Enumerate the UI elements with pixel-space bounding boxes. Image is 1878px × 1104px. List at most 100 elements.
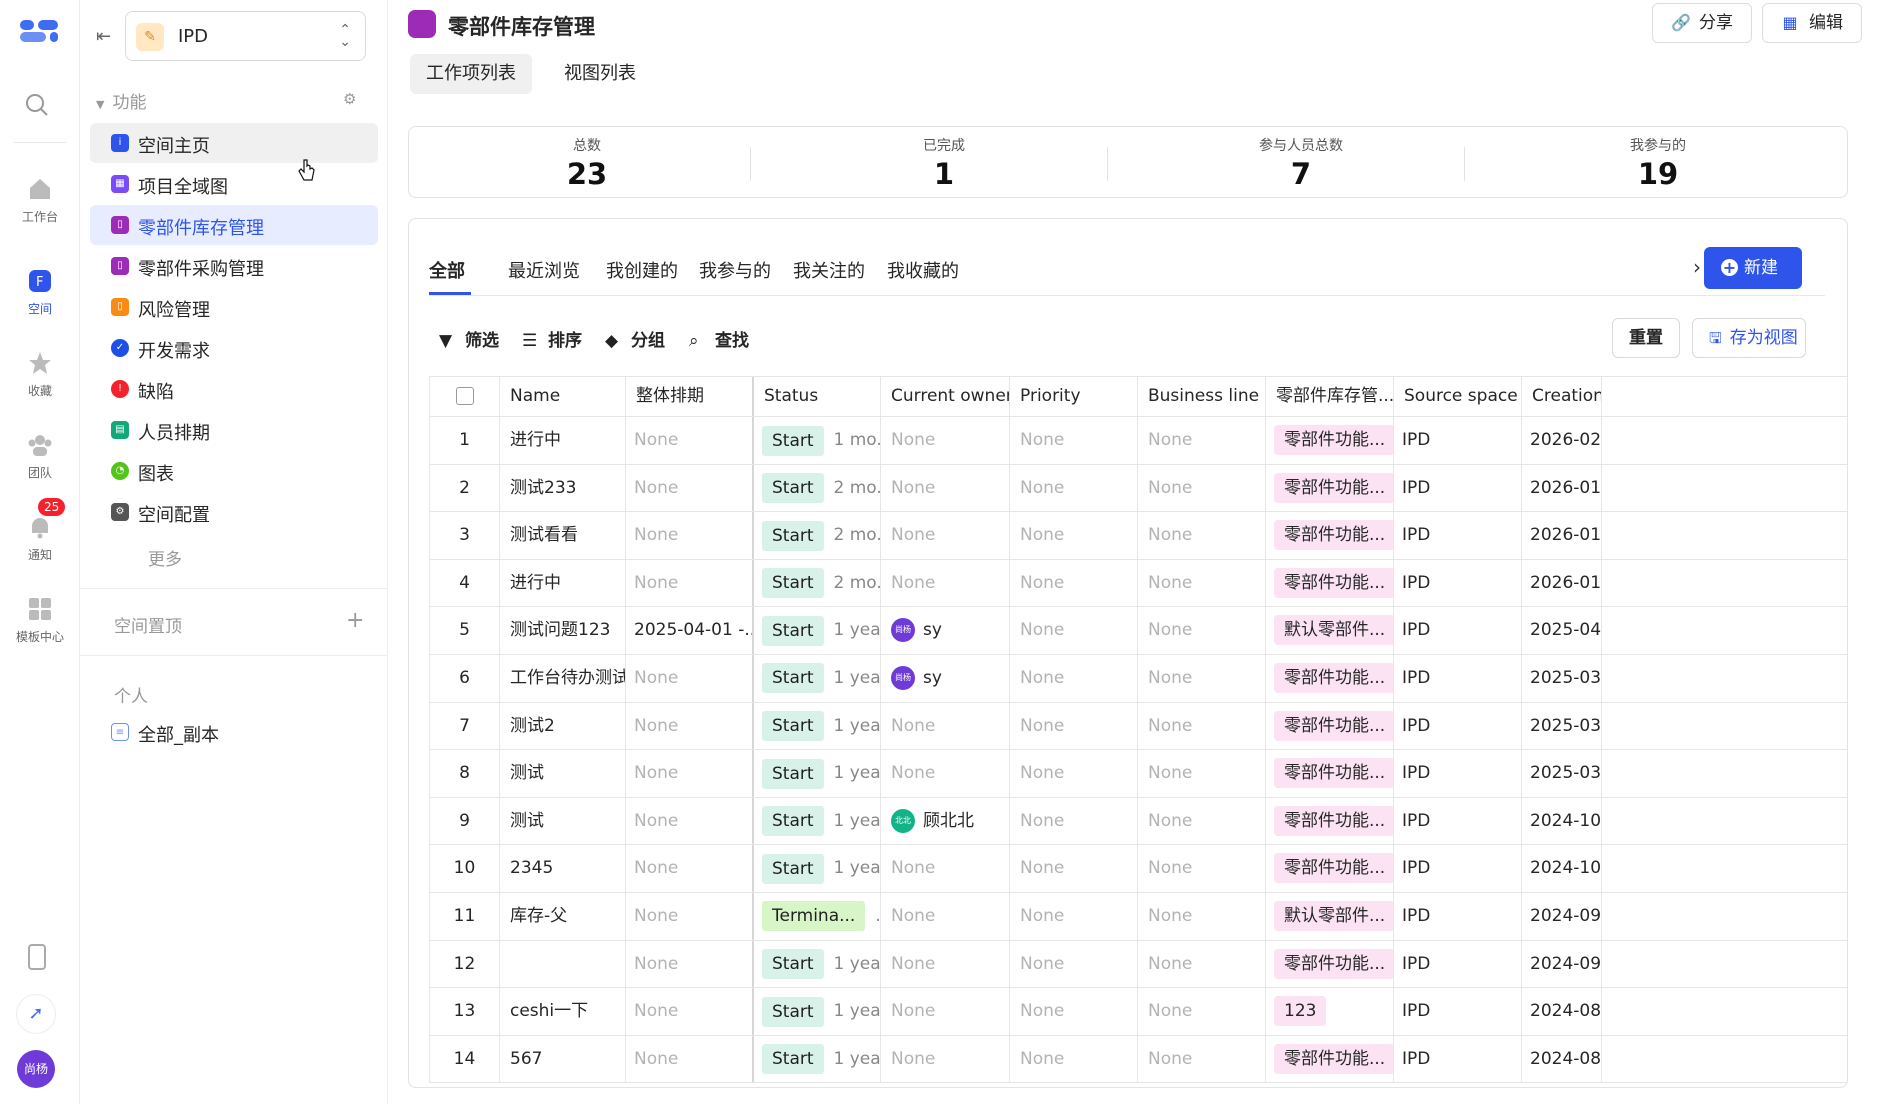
status-cell[interactable]: Start 1 year [754,988,881,1035]
status-cell[interactable]: Start 1 year [754,845,881,892]
table-row[interactable]: 11库存-父NoneTermina......NoneNoneNone默认零部件… [430,892,1847,941]
settings-sliders-icon[interactable]: ⚙ [343,90,356,108]
table-row[interactable]: 1进行中NoneStart1 mo...NoneNoneNone零部件功能...… [430,417,1847,465]
status-cell[interactable]: Start 2 mo... [754,512,881,559]
inventory-tag[interactable]: 123 [1274,996,1327,1027]
owner-cell[interactable]: None [881,702,1010,750]
filter-tab-following[interactable]: 我关注的 [793,257,865,283]
business-line-cell[interactable]: None [1138,417,1266,464]
sidebar-item-project-map[interactable]: ▦ 项目全域图 [90,164,378,204]
inventory-cell[interactable]: 零部件功能... [1266,464,1394,512]
schedule-cell[interactable]: None [626,512,754,559]
status-cell[interactable]: Start 1 year [754,797,881,845]
inventory-tag[interactable]: 零部件功能... [1274,425,1393,455]
priority-cell[interactable]: None [1010,1035,1138,1083]
status-cell[interactable]: Start 2 mo... [754,464,881,512]
status-pill[interactable]: Start [762,806,824,837]
owner-cell[interactable]: None [881,845,1010,892]
inventory-cell[interactable]: 零部件功能... [1266,1035,1394,1083]
rail-item-notifications[interactable]: 通知 [0,514,80,563]
app-logo[interactable] [20,18,60,44]
inventory-cell[interactable]: 123 [1266,988,1394,1035]
item-name[interactable]: 567 [500,1035,626,1083]
business-line-cell[interactable]: None [1138,464,1266,512]
inventory-tag[interactable]: 零部件功能... [1274,948,1393,979]
inventory-tag[interactable]: 默认零部件... [1274,615,1393,646]
item-name[interactable]: 测试问题123 [500,607,626,654]
column-header-status[interactable]: Status [754,377,881,416]
business-line-cell[interactable]: None [1138,892,1266,940]
item-name[interactable]: 库存-父 [500,892,626,940]
inventory-tag[interactable]: 零部件功能... [1274,662,1393,693]
owner-cell[interactable]: None [881,750,1010,797]
status-cell[interactable]: Start 1 year [754,702,881,750]
edit-button[interactable]: ▦ 编辑 [1762,3,1862,43]
sidebar-item-dev-requirements[interactable]: ✓ 开发需求 [90,328,378,368]
rail-item-favorites[interactable]: 收藏 [0,350,80,399]
filter-tab-participated[interactable]: 我参与的 [699,257,771,283]
rail-item-team[interactable]: 团队 [0,432,80,481]
schedule-cell[interactable]: None [626,702,754,750]
owner-cell[interactable]: None [881,464,1010,512]
business-line-cell[interactable]: None [1138,940,1266,988]
column-header-schedule[interactable]: 整体排期 [626,377,754,416]
column-header-inventory[interactable]: 零部件库存管... [1266,377,1394,416]
inventory-tag[interactable]: 零部件功能... [1274,567,1393,598]
status-pill[interactable]: Termina... [762,901,866,932]
priority-cell[interactable]: None [1010,654,1138,702]
status-cell[interactable]: Start 1 year [754,1035,881,1083]
status-pill[interactable]: Start [762,758,824,789]
column-header-creation[interactable]: Creation [1522,377,1602,416]
priority-cell[interactable]: None [1010,512,1138,559]
status-pill[interactable]: Start [762,473,824,504]
business-line-cell[interactable]: None [1138,512,1266,559]
status-pill[interactable]: Start [762,853,824,884]
inventory-cell[interactable]: 零部件功能... [1266,845,1394,892]
sidebar-item-space-home[interactable]: i 空间主页 [90,123,378,163]
plus-icon[interactable]: + [346,608,364,633]
sidebar-item-space-config[interactable]: ⚙ 空间配置 [90,492,378,532]
inventory-tag[interactable]: 零部件功能... [1274,710,1393,741]
sort-button[interactable]: ☰ 排序 [522,326,582,351]
new-item-button[interactable]: + 新建 [1704,247,1802,289]
select-all-checkbox[interactable] [455,387,474,405]
sidebar-item-charts[interactable]: ◔ 图表 [90,451,378,491]
business-line-cell[interactable]: None [1138,750,1266,797]
table-row[interactable]: 6工作台待办测试NoneStart1 year尚杨syNoneNone零部件功能… [430,654,1847,703]
inventory-cell[interactable]: 默认零部件... [1266,892,1394,940]
table-row[interactable]: 14567NoneStart1 yearNoneNoneNone零部件功能...… [430,1035,1847,1084]
item-name[interactable] [500,940,626,988]
table-row[interactable]: 5测试问题1232025-04-01 -... Start 1 year 尚杨 sy No… [430,607,1847,655]
status-cell[interactable]: Start 1 mo... [754,417,881,464]
business-line-cell[interactable]: None [1138,559,1266,607]
inventory-cell[interactable]: 零部件功能... [1266,512,1394,559]
owner-cell[interactable]: None [881,559,1010,607]
item-name[interactable]: 2345 [500,845,626,892]
item-name[interactable]: 进行中 [500,559,626,607]
item-name[interactable]: 进行中 [500,417,626,464]
status-pill[interactable]: Start [762,568,824,599]
schedule-cell[interactable]: None [626,940,754,988]
schedule-cell[interactable]: None [626,750,754,797]
item-name[interactable]: 测试2 [500,702,626,750]
filter-tab-all[interactable]: 全部 [429,257,465,283]
column-header-owner[interactable]: Current owner [881,377,1010,416]
share-button[interactable]: 🔗 分享 [1652,3,1752,43]
owner-cell[interactable]: None [881,940,1010,988]
column-header-name[interactable]: Name [500,377,626,416]
priority-cell[interactable]: None [1010,988,1138,1035]
priority-cell[interactable]: None [1010,940,1138,988]
rail-item-workbench[interactable]: 工作台 [0,176,80,225]
sidebar-more-link[interactable]: 更多 [148,545,182,570]
rail-item-space[interactable]: F 空间 [0,268,80,317]
priority-cell[interactable]: None [1010,559,1138,607]
business-line-cell[interactable]: None [1138,845,1266,892]
status-pill[interactable]: Start [762,425,824,456]
table-row[interactable]: 2测试233NoneStart2 mo...NoneNoneNone零部件功能.… [430,464,1847,513]
table-row[interactable]: 12NoneStart1 yearNoneNoneNone零部件功能...IPD… [430,940,1847,989]
sidebar-item-personal-view[interactable]: ≡ 全部_副本 [90,712,378,752]
schedule-cell[interactable]: None [626,654,754,702]
schedule-cell[interactable]: None [626,797,754,845]
sidebar-item-inventory[interactable]: ▯ 零部件库存管理 [90,205,378,245]
table-row[interactable]: 3测试看看NoneStart2 mo...NoneNoneNone零部件功能..… [430,512,1847,560]
